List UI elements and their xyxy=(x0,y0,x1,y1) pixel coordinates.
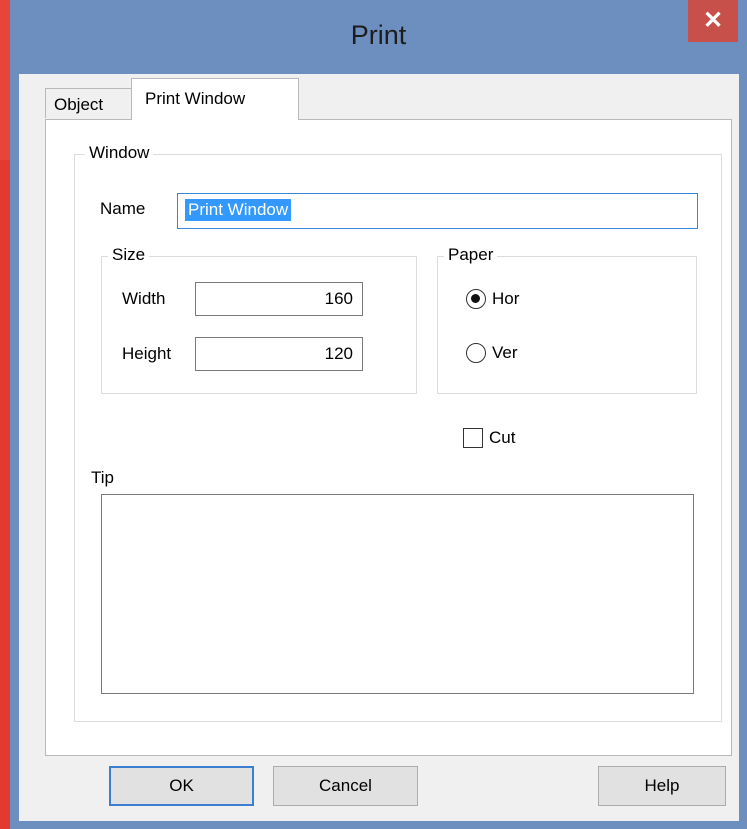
tab-object[interactable]: Object xyxy=(45,88,133,118)
ok-button[interactable]: OK xyxy=(109,766,254,806)
radio-selected-icon xyxy=(471,294,480,303)
cut-label[interactable]: Cut xyxy=(489,428,515,448)
size-group-legend: Size xyxy=(108,245,150,265)
close-button[interactable]: ✕ xyxy=(688,0,738,42)
help-button[interactable]: Help xyxy=(598,766,726,806)
window-group-legend: Window xyxy=(85,143,154,163)
height-value: 120 xyxy=(324,344,353,363)
width-value: 160 xyxy=(324,289,353,308)
radio-ver[interactable] xyxy=(466,343,486,363)
cancel-button[interactable]: Cancel xyxy=(273,766,418,806)
tip-textarea[interactable] xyxy=(101,494,694,694)
name-input[interactable]: Print Window xyxy=(177,193,698,229)
paper-group-legend: Paper xyxy=(444,245,498,265)
size-groupbox: Size Width 160 Height 120 xyxy=(101,245,417,394)
window-groupbox: Window Name Print Window Size Width 160 … xyxy=(74,143,722,722)
paper-groupbox: Paper Hor Ver xyxy=(437,245,697,394)
title-bar[interactable]: Print ✕ xyxy=(10,0,747,74)
dialog-title: Print xyxy=(350,20,407,50)
height-label: Height xyxy=(122,344,172,363)
tab-print-window[interactable]: Print Window xyxy=(131,78,299,120)
cut-checkbox[interactable] xyxy=(463,428,483,448)
dialog-client-area: Object Print Window Window Name Print Wi… xyxy=(19,74,739,821)
radio-ver-label[interactable]: Ver xyxy=(492,343,518,363)
tab-panel-print-window: Window Name Print Window Size Width 160 … xyxy=(45,119,732,756)
width-input[interactable]: 160 xyxy=(195,282,363,316)
name-input-value: Print Window xyxy=(185,199,292,221)
print-dialog: Print ✕ Object Print Window Window Name … xyxy=(10,0,747,829)
width-label: Width xyxy=(122,289,166,308)
close-icon: ✕ xyxy=(702,7,724,34)
radio-hor-label[interactable]: Hor xyxy=(492,289,519,309)
height-input[interactable]: 120 xyxy=(195,337,363,371)
tip-label: Tip xyxy=(91,468,114,487)
radio-hor[interactable] xyxy=(466,289,486,309)
name-label: Name xyxy=(100,199,146,218)
